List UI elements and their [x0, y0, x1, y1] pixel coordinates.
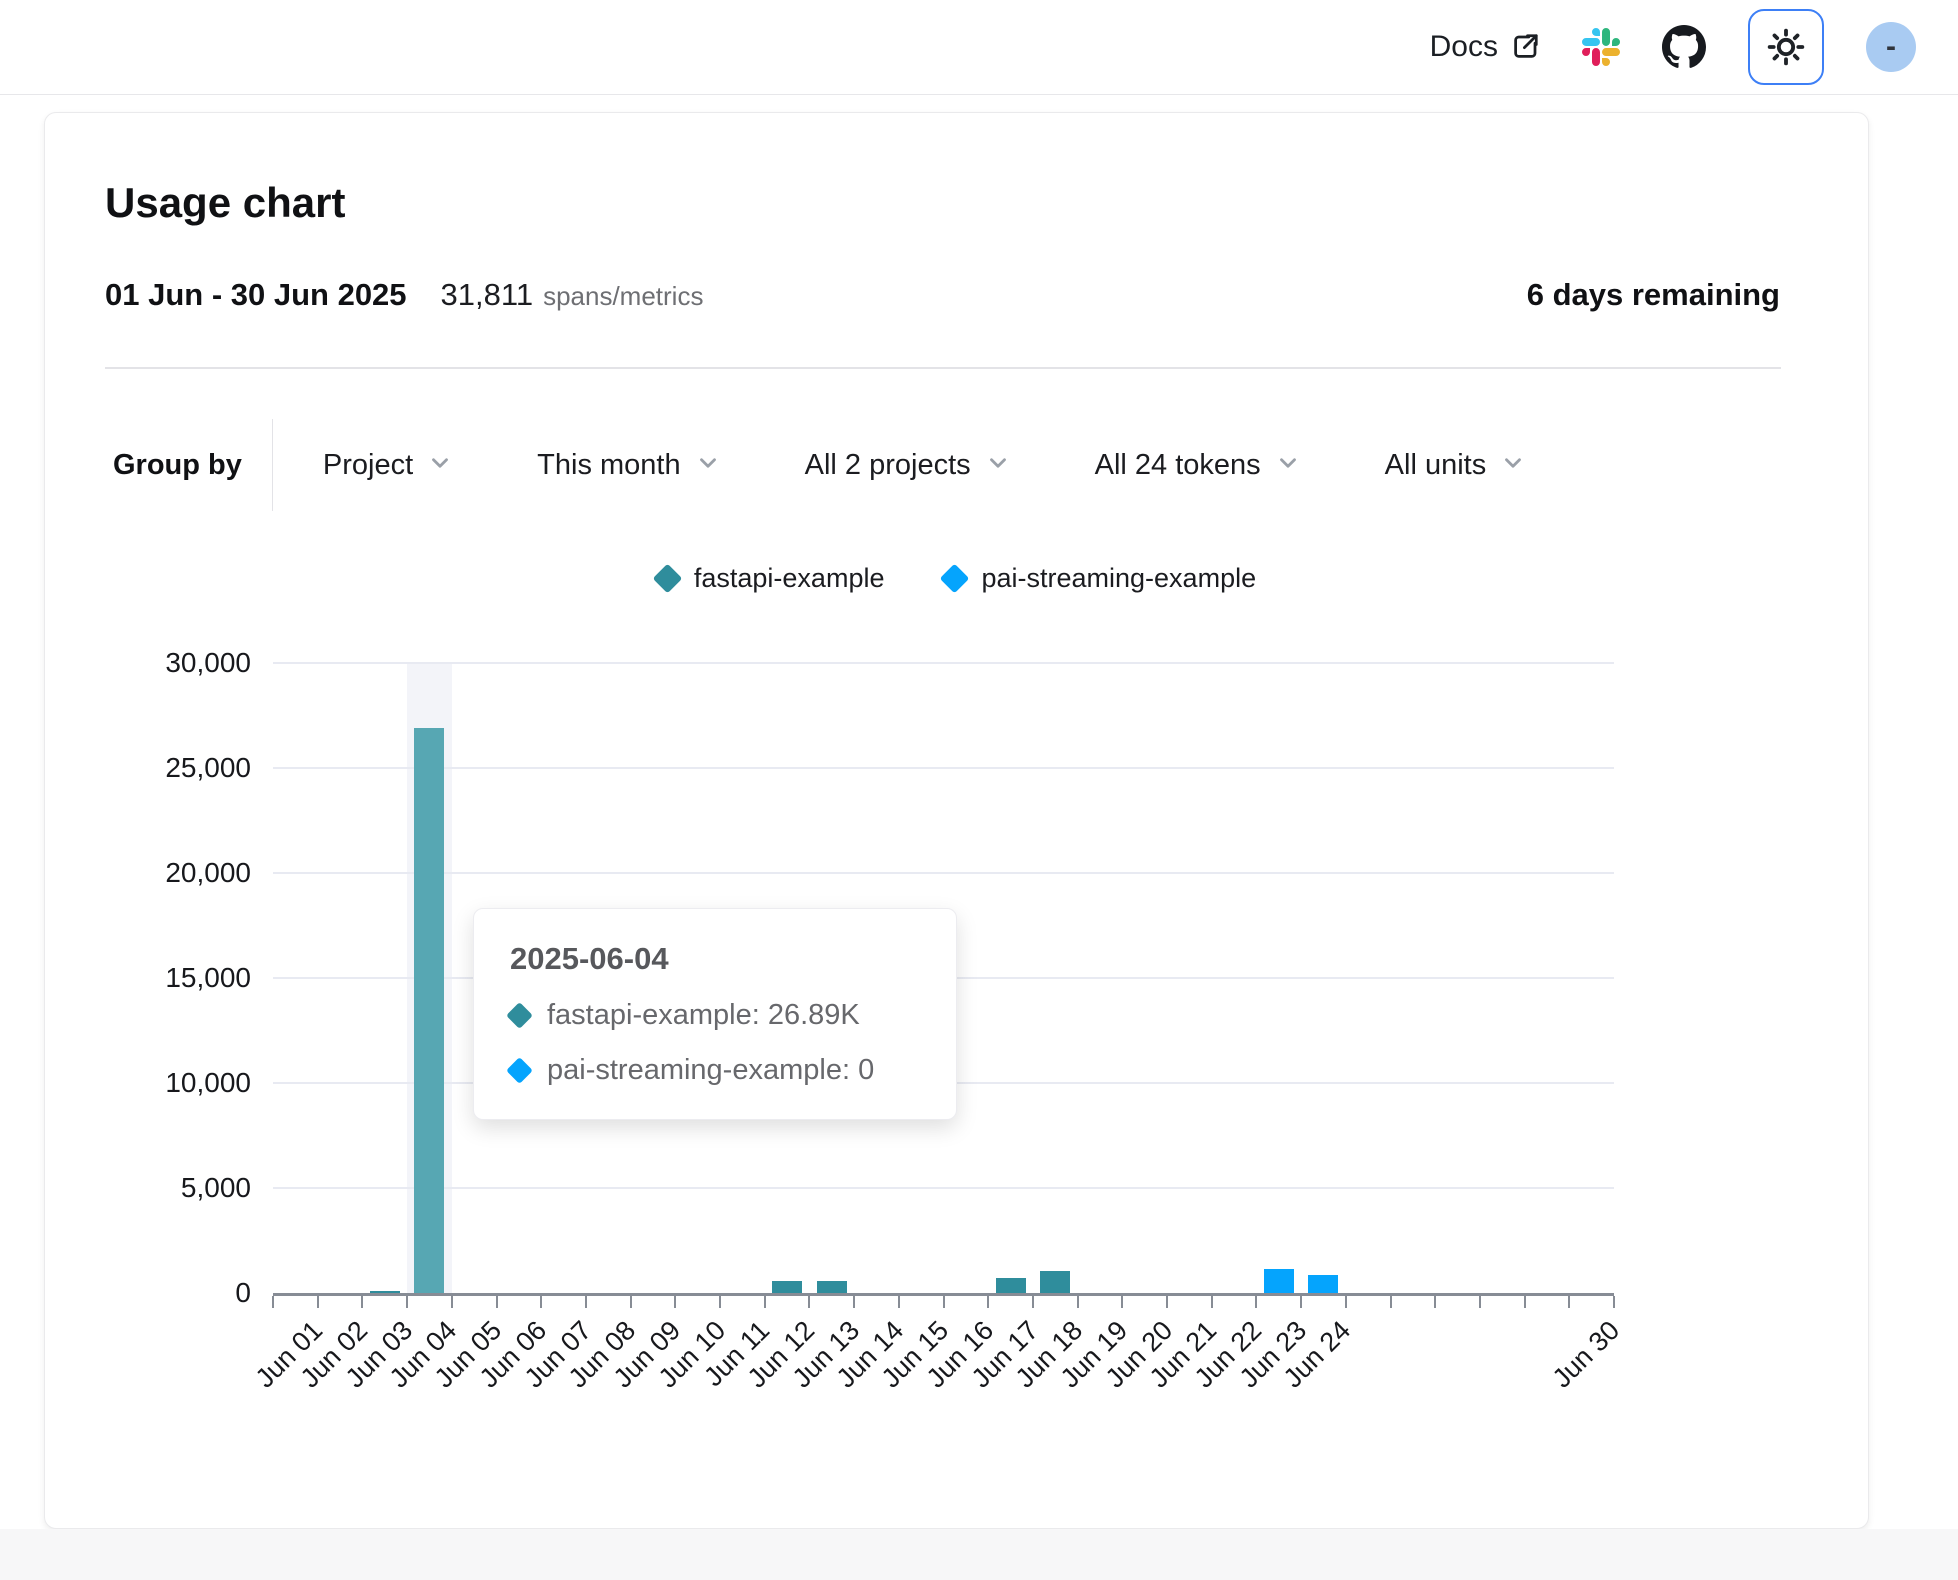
y-axis-label-30000: 30,000	[79, 647, 251, 679]
tooltip-row-fastapi-example: fastapi-example: 26.89K	[510, 999, 920, 1032]
x-axis-tick	[1211, 1296, 1213, 1308]
x-axis-tick	[674, 1296, 676, 1308]
chart-bar-jun-12-fastapi-example[interactable]	[772, 1281, 802, 1293]
x-axis-tick	[1300, 1296, 1302, 1308]
chart-bar-jun-24-pai-streaming-example[interactable]	[1308, 1275, 1338, 1293]
x-axis-tick	[1345, 1296, 1347, 1308]
docs-link[interactable]: Docs	[1430, 30, 1540, 64]
x-axis-tick	[1524, 1296, 1526, 1308]
chart-bar-jun-18-fastapi-example[interactable]	[1040, 1271, 1070, 1293]
x-axis-tick	[1613, 1296, 1615, 1308]
x-axis-tick	[540, 1296, 542, 1308]
external-link-icon	[1510, 32, 1540, 62]
sun-icon	[1766, 27, 1806, 67]
tooltip-diamond-icon	[506, 1002, 533, 1029]
usage-chart-card: Usage chart 01 Jun - 30 Jun 2025 31,811 …	[44, 112, 1869, 1529]
user-avatar[interactable]: -	[1866, 22, 1916, 72]
usage-bar-chart: 0 5,000 10,000 15,000 20,000 25,000 30,000 Jun …	[45, 113, 1870, 1530]
tooltip-row-text: pai-streaming-example: 0	[547, 1054, 874, 1087]
x-axis-tick	[1390, 1296, 1392, 1308]
x-axis-label-jun-30: Jun 30	[1546, 1315, 1625, 1394]
x-axis-tick	[1479, 1296, 1481, 1308]
chart-bar-jun-13-fastapi-example[interactable]	[817, 1281, 847, 1293]
y-axis-label-20000: 20,000	[79, 857, 251, 889]
gridline-20000	[273, 872, 1614, 874]
x-axis-tick	[451, 1296, 453, 1308]
gridline-30000	[273, 662, 1614, 664]
x-axis-tick	[630, 1296, 632, 1308]
x-axis-tick	[1032, 1296, 1034, 1308]
top-navigation-bar: Docs	[0, 0, 1958, 95]
x-axis-tick	[764, 1296, 766, 1308]
page-background-strip	[0, 1529, 1958, 1580]
y-axis-label-15000: 15,000	[79, 962, 251, 994]
x-axis-tick	[808, 1296, 810, 1308]
x-axis-tick	[585, 1296, 587, 1308]
x-axis-tick	[1568, 1296, 1570, 1308]
y-axis-label-10000: 10,000	[79, 1067, 251, 1099]
y-axis-label-0: 0	[79, 1277, 251, 1309]
gridline-25000	[273, 767, 1614, 769]
y-axis-label-25000: 25,000	[79, 752, 251, 784]
chart-bar-jun-23-pai-streaming-example[interactable]	[1264, 1269, 1294, 1293]
x-axis-tick	[406, 1296, 408, 1308]
x-axis-tick	[317, 1296, 319, 1308]
tooltip-row-pai-streaming-example: pai-streaming-example: 0	[510, 1054, 920, 1087]
x-axis-tick	[272, 1296, 274, 1308]
x-axis-tick	[898, 1296, 900, 1308]
docs-link-label: Docs	[1430, 30, 1498, 64]
gridline-5000	[273, 1187, 1614, 1189]
x-axis-tick	[496, 1296, 498, 1308]
x-axis-tick	[1434, 1296, 1436, 1308]
x-axis-tick	[361, 1296, 363, 1308]
chart-bar-jun-17-fastapi-example[interactable]	[996, 1278, 1026, 1293]
tooltip-diamond-icon	[506, 1057, 533, 1084]
avatar-label: -	[1886, 30, 1896, 64]
x-axis-tick	[719, 1296, 721, 1308]
github-icon[interactable]	[1662, 25, 1706, 69]
x-axis-tick	[1166, 1296, 1168, 1308]
x-axis-tick	[853, 1296, 855, 1308]
theme-toggle-button[interactable]	[1748, 9, 1824, 85]
y-axis-label-5000: 5,000	[79, 1172, 251, 1204]
x-axis-tick	[1121, 1296, 1123, 1308]
tooltip-row-text: fastapi-example: 26.89K	[547, 999, 860, 1032]
x-axis-tick	[1077, 1296, 1079, 1308]
x-axis-tick	[1255, 1296, 1257, 1308]
chart-tooltip: 2025-06-04 fastapi-example: 26.89K pai-st…	[473, 908, 957, 1120]
slack-icon[interactable]	[1582, 28, 1620, 66]
x-axis-tick	[943, 1296, 945, 1308]
chart-bar-jun-04-fastapi-example[interactable]	[414, 728, 444, 1293]
tooltip-date: 2025-06-04	[510, 941, 920, 977]
x-axis-tick	[987, 1296, 989, 1308]
